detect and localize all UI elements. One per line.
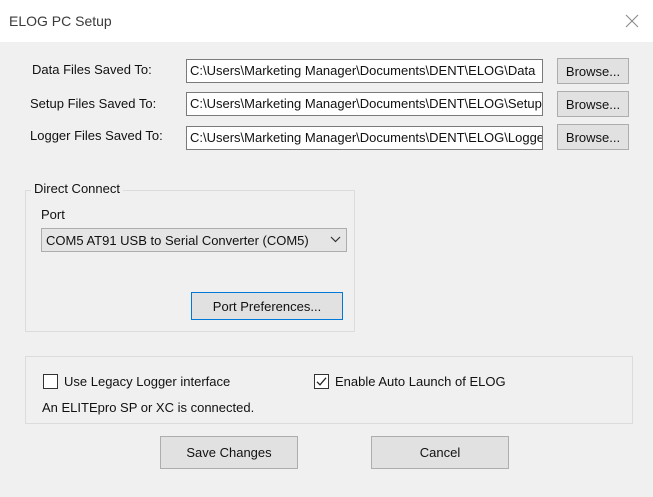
save-changes-button[interactable]: Save Changes xyxy=(160,436,298,469)
close-button[interactable] xyxy=(619,8,645,34)
elog-setup-dialog: ELOG PC Setup Data Files Saved To: C:\Us… xyxy=(0,0,653,497)
chevron-down-icon xyxy=(330,233,341,248)
cancel-button[interactable]: Cancel xyxy=(371,436,509,469)
auto-launch-label[interactable]: Enable Auto Launch of ELOG xyxy=(335,374,506,389)
setup-files-path-field[interactable]: C:\Users\Marketing Manager\Documents\DEN… xyxy=(186,92,543,116)
data-files-path-field[interactable]: C:\Users\Marketing Manager\Documents\DEN… xyxy=(186,59,543,83)
port-select-value: COM5 AT91 USB to Serial Converter (COM5) xyxy=(46,233,309,248)
port-label: Port xyxy=(41,207,65,222)
data-files-label: Data Files Saved To: xyxy=(32,62,152,77)
direct-connect-legend: Direct Connect xyxy=(31,181,123,196)
close-icon xyxy=(625,14,639,28)
data-files-browse-button[interactable]: Browse... xyxy=(557,58,629,84)
port-select[interactable]: COM5 AT91 USB to Serial Converter (COM5) xyxy=(41,228,347,252)
checkmark-icon xyxy=(316,377,327,386)
setup-files-browse-button[interactable]: Browse... xyxy=(557,91,629,117)
title-bar[interactable]: ELOG PC Setup xyxy=(0,0,653,42)
legacy-logger-label[interactable]: Use Legacy Logger interface xyxy=(64,374,230,389)
setup-files-label: Setup Files Saved To: xyxy=(30,96,157,111)
logger-files-label: Logger Files Saved To: xyxy=(30,128,163,143)
port-preferences-button[interactable]: Port Preferences... xyxy=(191,292,343,320)
legacy-logger-checkbox[interactable] xyxy=(43,374,58,389)
window-title: ELOG PC Setup xyxy=(9,13,112,29)
logger-files-path-field[interactable]: C:\Users\Marketing Manager\Documents\DEN… xyxy=(186,126,543,150)
auto-launch-checkbox[interactable] xyxy=(314,374,329,389)
logger-files-browse-button[interactable]: Browse... xyxy=(557,124,629,150)
connection-status-text: An ELITEpro SP or XC is connected. xyxy=(42,400,255,415)
